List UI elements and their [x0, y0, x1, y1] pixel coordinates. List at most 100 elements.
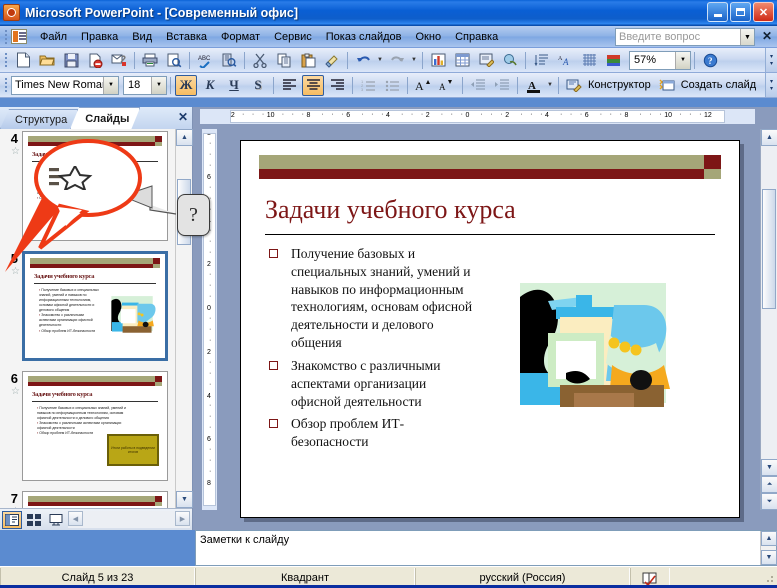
resize-grip[interactable] [670, 571, 777, 584]
vertical-ruler[interactable]: 8···6···4···2···0···2···4···6···8 [202, 129, 217, 510]
expand-all-icon[interactable] [530, 50, 552, 71]
scroll-up-button[interactable]: ▲ [761, 531, 777, 546]
help-icon[interactable]: ? [699, 50, 721, 71]
slide-show-icon[interactable] [46, 511, 66, 529]
thumbnails-scrollbar[interactable]: ▲ ▼ [175, 129, 193, 508]
notes-scrollbar[interactable]: ▲ ▼ [760, 531, 777, 565]
minimize-button[interactable] [707, 2, 728, 22]
slide-scrollbar[interactable]: ▲ ▼ ⏶ ⏷ [760, 129, 777, 510]
font-color-button[interactable]: A [522, 75, 544, 96]
scroll-down-button[interactable]: ▼ [761, 550, 777, 565]
decrease-indent-icon[interactable] [467, 75, 489, 96]
slide-body-placeholder[interactable]: Получение базовых и специальных знаний, … [265, 245, 475, 456]
menu-insert[interactable]: Вставка [159, 29, 214, 45]
menu-view[interactable]: Вид [125, 29, 159, 45]
standard-toolbar-gripper[interactable] [2, 51, 9, 69]
menu-file[interactable]: Файл [33, 29, 74, 45]
insert-chart-icon[interactable] [427, 50, 449, 71]
slide-surface[interactable]: Задачи учебного курса Получение базовых … [240, 140, 740, 518]
paste-icon[interactable] [297, 50, 319, 71]
thumbnail-preview[interactable]: Задачи учебного курса ▪ Получение базовы… [22, 131, 168, 241]
previous-slide-button[interactable]: ⏶ [761, 476, 777, 493]
notes-placeholder[interactable]: Заметки к слайду [196, 531, 760, 565]
tab-outline[interactable]: Структура [0, 109, 78, 129]
font-size-combo[interactable]: 18 ▼ [123, 75, 167, 95]
insert-table-icon[interactable] [451, 50, 473, 71]
chevron-down-icon[interactable]: ▼ [103, 76, 118, 94]
thumbnails-horizontal-scrollbar[interactable]: ◀ ▶ [68, 511, 190, 528]
text-shadow-button[interactable]: S [247, 75, 269, 96]
formatting-toolbar-gripper[interactable] [2, 76, 9, 94]
align-center-icon[interactable] [302, 74, 324, 96]
office-worker-at-desk-clipart[interactable] [514, 281, 690, 417]
align-left-icon[interactable] [278, 75, 300, 96]
research-icon[interactable] [218, 50, 240, 71]
new-slide-button-label[interactable]: Создать слайд [679, 79, 760, 91]
color-greyscale-icon[interactable] [602, 50, 624, 71]
open-folder-icon[interactable] [36, 50, 58, 71]
save-icon[interactable] [60, 50, 82, 71]
scroll-down-button[interactable]: ▼ [761, 459, 777, 476]
permission-icon[interactable] [84, 50, 106, 71]
tab-slides[interactable]: Слайды [70, 107, 140, 129]
slide-sorter-icon[interactable] [24, 511, 44, 529]
insert-hyperlink-icon[interactable] [499, 50, 521, 71]
list-item[interactable]: 7 ☆ Задачи учебного курса ▪ Получение ба… [0, 487, 175, 508]
bold-button[interactable]: Ж [175, 74, 197, 96]
undo-icon[interactable] [352, 50, 374, 71]
cut-scissors-icon[interactable] [249, 50, 271, 71]
undo-dropdown-icon[interactable]: ▼ [375, 50, 385, 71]
menu-help[interactable]: Справка [448, 29, 505, 45]
chevron-down-icon[interactable]: ▼ [151, 76, 166, 94]
align-right-icon[interactable] [326, 75, 348, 96]
design-button-label[interactable]: Конструктор [586, 79, 655, 91]
close-document-button[interactable]: ✕ [762, 29, 772, 43]
toolbar-options-button[interactable]: ▾ ▾ [765, 48, 777, 72]
grid-icon[interactable] [578, 50, 600, 71]
chevron-down-icon[interactable]: ▼ [675, 51, 690, 69]
print-icon[interactable] [139, 50, 161, 71]
scrollbar-thumb[interactable] [762, 189, 776, 309]
scroll-left-button[interactable]: ◀ [68, 511, 83, 526]
font-color-dropdown-icon[interactable]: ▼ [545, 75, 555, 96]
new-slide-icon[interactable] [656, 75, 678, 96]
slide-design-icon[interactable] [563, 75, 585, 96]
chevron-down-icon[interactable]: ▼ [740, 29, 754, 45]
thumbnail-preview[interactable]: Задачи учебного курса ▪ Получение базовы… [22, 371, 168, 481]
increase-indent-icon[interactable] [491, 75, 513, 96]
slide-title[interactable]: Задачи учебного курса [265, 195, 516, 225]
menu-window[interactable]: Окно [409, 29, 449, 45]
bulleted-list-icon[interactable] [381, 75, 403, 96]
list-item[interactable]: 5 ☆ Задачи учебного курса ▪ Получение ба… [0, 247, 175, 361]
menu-format[interactable]: Формат [214, 29, 267, 45]
show-formatting-icon[interactable]: AA [554, 50, 576, 71]
italic-button[interactable]: К [199, 75, 221, 96]
zoom-combo[interactable]: 57% ▼ [629, 50, 691, 70]
next-slide-button[interactable]: ⏷ [761, 493, 777, 510]
normal-view-icon[interactable] [2, 510, 22, 529]
email-attach-icon[interactable] [108, 50, 130, 71]
format-painter-icon[interactable] [321, 50, 343, 71]
slide-canvas[interactable]: Задачи учебного курса Получение базовых … [219, 129, 755, 530]
notes-pane[interactable]: Заметки к слайду ▲ ▼ [195, 530, 777, 566]
insert-diagram-icon[interactable] [475, 50, 497, 71]
formatting-toolbar-options-button[interactable]: ▾ ▾ [765, 73, 777, 97]
ask-a-question-input[interactable]: Введите вопрос ▼ [615, 28, 755, 46]
close-button[interactable]: ✕ [753, 2, 774, 22]
scroll-down-button[interactable]: ▼ [176, 491, 193, 508]
document-control-icon[interactable] [11, 29, 27, 44]
increase-font-size-icon[interactable]: A [412, 75, 434, 96]
new-document-icon[interactable] [12, 50, 34, 71]
menu-tools[interactable]: Сервис [267, 29, 319, 45]
thumbnail-preview[interactable]: Задачи учебного курса ▪ Получение базовы… [22, 491, 168, 508]
redo-icon[interactable] [386, 50, 408, 71]
thumbnail-preview[interactable]: Задачи учебного курса ▪ Получение базовы… [22, 251, 168, 361]
copy-icon[interactable] [273, 50, 295, 71]
decrease-font-size-icon[interactable]: A [436, 75, 458, 96]
spelling-abc-icon[interactable]: ABC [194, 50, 216, 71]
print-preview-icon[interactable] [163, 50, 185, 71]
underline-button[interactable]: Ч [223, 75, 245, 96]
scroll-right-button[interactable]: ▶ [175, 511, 190, 526]
menu-edit[interactable]: Правка [74, 29, 125, 45]
numbered-list-icon[interactable]: 123 [357, 75, 379, 96]
